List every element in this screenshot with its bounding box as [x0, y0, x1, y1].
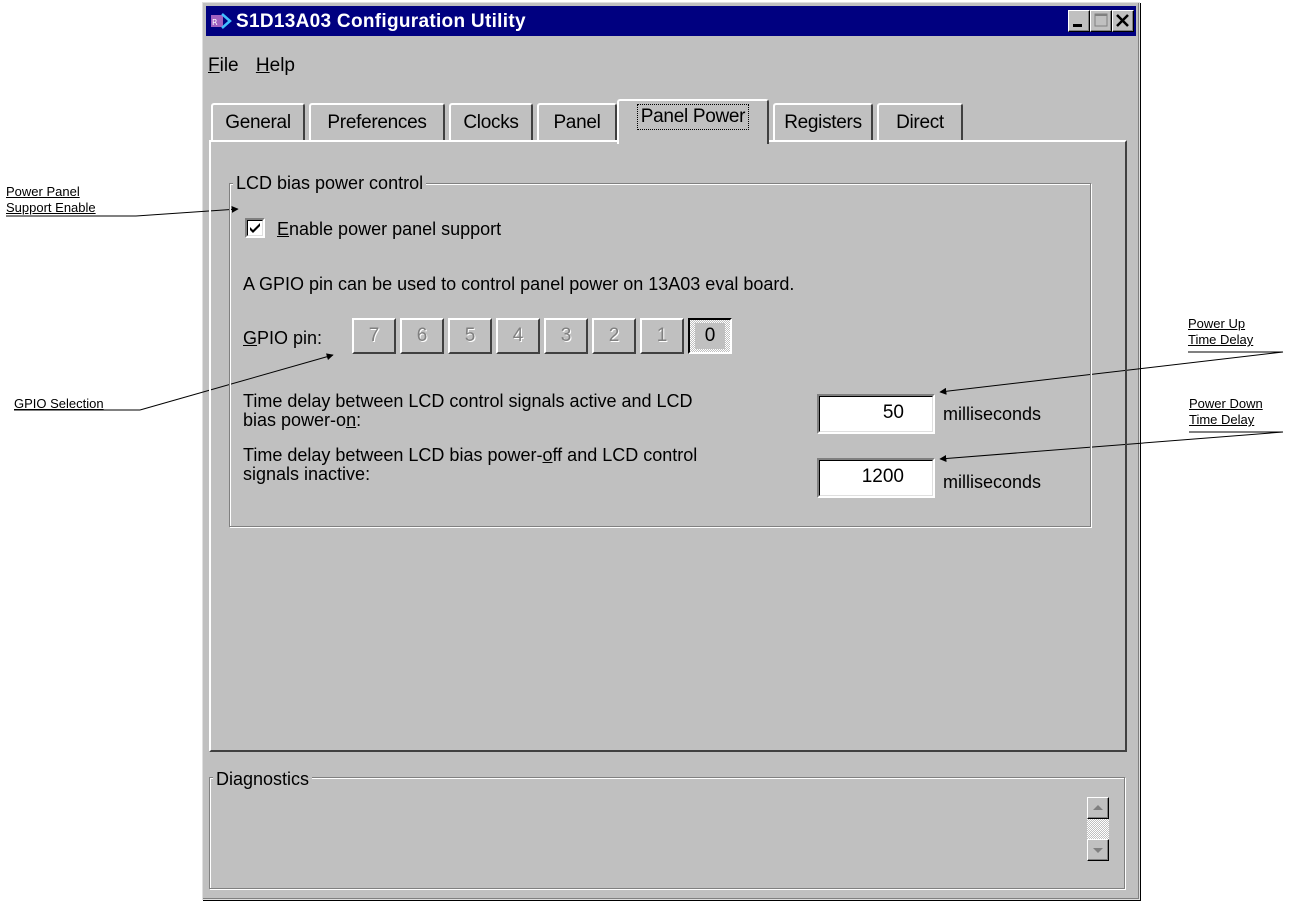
label-line: ff and LCD control	[552, 445, 698, 465]
label-line: Time delay between LCD bias power-	[243, 445, 543, 465]
gpio-info-text: A GPIO pin can be used to control panel …	[243, 274, 795, 294]
tab-panel-power[interactable]: Panel Power	[617, 99, 769, 144]
label-mnemonic: G	[243, 328, 258, 348]
power-off-delay-label: Time delay between LCD bias power-off an…	[243, 446, 697, 484]
tab-pane-panel-power: LCD bias power control Enable power pane…	[209, 140, 1127, 752]
checkmark-icon	[250, 223, 260, 233]
power-on-delay-input[interactable]: 50	[817, 394, 935, 434]
tab-label: Panel Power	[636, 104, 750, 130]
enable-power-panel-label[interactable]: Enable power panel support	[277, 219, 501, 239]
enable-power-panel-checkbox[interactable]	[245, 218, 265, 238]
label-mnemonic: n	[346, 410, 357, 430]
power-on-delay-unit: milliseconds	[943, 404, 1042, 424]
label-line: signals inactive:	[243, 464, 371, 484]
label-text: PIO pin:	[257, 328, 323, 348]
power-off-delay-input[interactable]: 1200	[817, 458, 935, 498]
label-mnemonic: o	[542, 445, 553, 465]
label-line: bias power-o	[243, 410, 347, 430]
label-line: :	[356, 410, 362, 430]
label-text: nable power panel support	[289, 219, 502, 239]
label-mnemonic: E	[277, 219, 290, 239]
power-off-delay-unit: milliseconds	[943, 472, 1042, 492]
group-title: LCD bias power control	[233, 173, 427, 193]
gpio-pin-label: GPIO pin:	[243, 328, 322, 348]
label-line: Time delay between LCD control signals a…	[243, 391, 693, 411]
power-on-delay-label: Time delay between LCD control signals a…	[243, 392, 693, 430]
